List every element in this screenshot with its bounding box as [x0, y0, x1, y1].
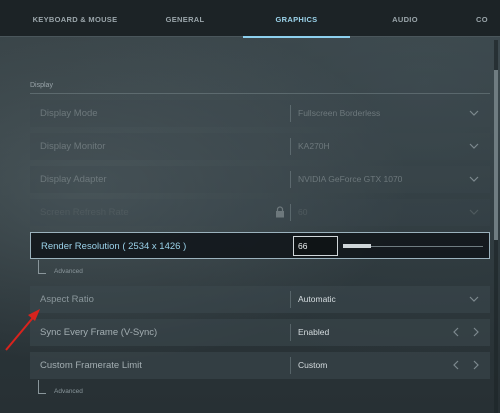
- chevron-down-icon[interactable]: [468, 141, 480, 151]
- scrollbar[interactable]: [494, 40, 498, 413]
- advanced-link[interactable]: Advanced: [54, 388, 83, 395]
- scrollbar-thumb[interactable]: [494, 70, 498, 240]
- row-divider: [290, 105, 291, 122]
- row-divider: [290, 357, 291, 374]
- tree-connector: [38, 260, 46, 274]
- tab-keyboard-mouse[interactable]: KEYBOARD & MOUSE: [30, 0, 120, 37]
- aspect-ratio-row[interactable]: Aspect Ratio Automatic: [30, 286, 490, 313]
- framerate-limit-value: Custom: [298, 360, 328, 370]
- display-mode-value: Fullscreen Borderless: [298, 108, 381, 118]
- display-adapter-value: NVIDIA GeForce GTX 1070: [298, 174, 403, 184]
- display-monitor-label: Display Monitor: [40, 141, 106, 152]
- row-divider: [290, 324, 291, 341]
- display-adapter-row[interactable]: Display Adapter NVIDIA GeForce GTX 1070: [30, 166, 490, 193]
- vsync-row[interactable]: Sync Every Frame (V-Sync) Enabled: [30, 319, 490, 346]
- display-mode-label: Display Mode: [40, 108, 98, 119]
- framerate-limit-row[interactable]: Custom Framerate Limit Custom: [30, 352, 490, 379]
- display-adapter-label: Display Adapter: [40, 174, 107, 185]
- row-divider: [290, 138, 291, 155]
- tab-graphics[interactable]: GRAPHICS: [243, 0, 350, 38]
- left-right-arrows-icon[interactable]: [450, 359, 482, 371]
- row-divider: [290, 291, 291, 308]
- annotation-arrow-icon: [5, 309, 40, 351]
- row-divider: [290, 204, 291, 221]
- settings-tab-bar: KEYBOARD & MOUSE GENERAL GRAPHICS AUDIO …: [0, 0, 500, 38]
- chevron-down-icon[interactable]: [468, 294, 480, 304]
- refresh-rate-row: Screen Refresh Rate 60: [30, 199, 490, 226]
- display-monitor-value: KA270H: [298, 141, 330, 151]
- refresh-rate-label: Screen Refresh Rate: [40, 207, 129, 218]
- tree-connector: [38, 380, 46, 394]
- vsync-value: Enabled: [298, 327, 330, 337]
- section-title: Display: [30, 82, 53, 89]
- tab-audio[interactable]: AUDIO: [380, 0, 430, 37]
- chevron-down-icon: [469, 209, 479, 215]
- display-mode-row[interactable]: Display Mode Fullscreen Borderless: [30, 100, 490, 127]
- tab-controller[interactable]: CO: [476, 0, 500, 37]
- refresh-rate-value: 60: [298, 207, 308, 217]
- aspect-ratio-value: Automatic: [298, 294, 336, 304]
- display-monitor-row[interactable]: Display Monitor KA270H: [30, 133, 490, 160]
- row-divider: [290, 171, 291, 188]
- render-resolution-label: Render Resolution ( 2534 x 1426 ): [41, 241, 187, 252]
- render-resolution-slider-fill[interactable]: [343, 244, 371, 248]
- render-resolution-row[interactable]: Render Resolution ( 2534 x 1426 ) 66: [30, 232, 490, 259]
- section-divider: [30, 93, 490, 94]
- advanced-link[interactable]: Advanced: [54, 268, 83, 275]
- chevron-down-icon[interactable]: [468, 174, 480, 184]
- render-resolution-input[interactable]: 66: [293, 236, 338, 256]
- left-right-arrows-icon[interactable]: [450, 326, 482, 338]
- chevron-down-icon[interactable]: [468, 108, 480, 118]
- tab-general[interactable]: GENERAL: [150, 0, 220, 37]
- lock-icon: [276, 206, 284, 218]
